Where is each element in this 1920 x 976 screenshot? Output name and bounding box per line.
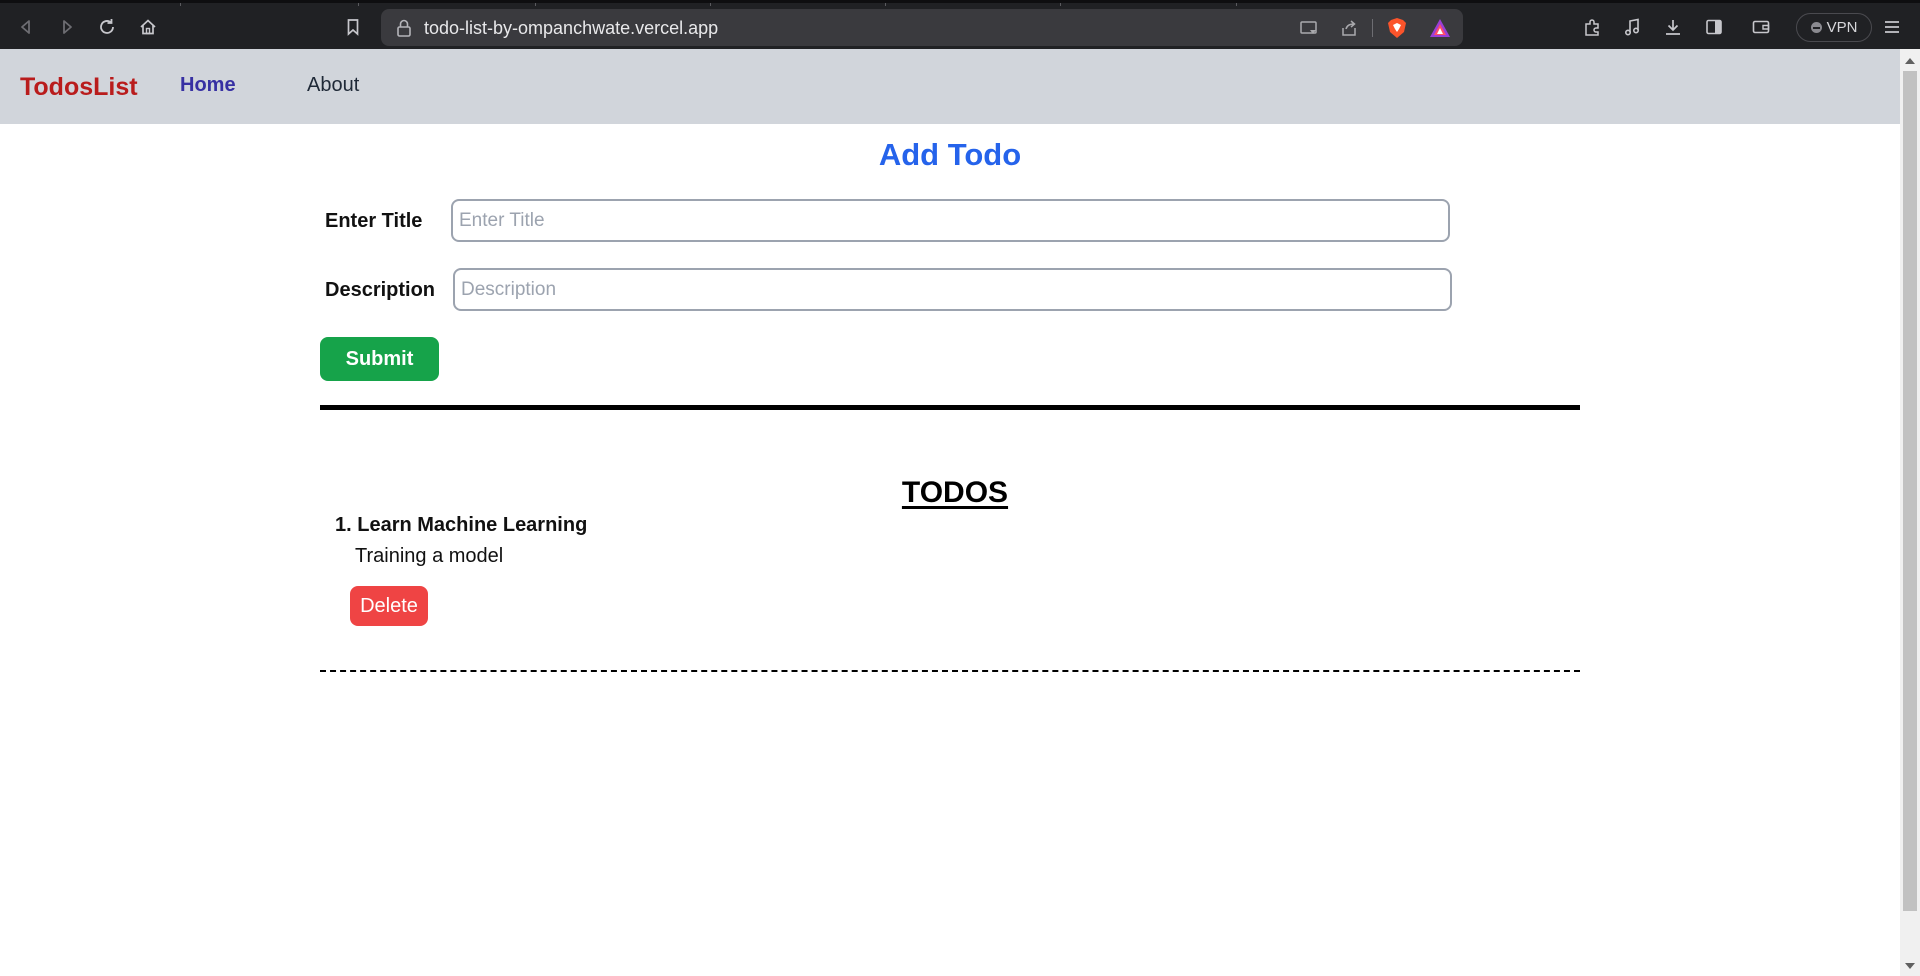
- home-icon[interactable]: [136, 15, 160, 39]
- title-label: Enter Title: [325, 210, 423, 232]
- address-bar[interactable]: todo-list-by-ompanchwate.vercel.app: [381, 9, 1463, 46]
- download-icon[interactable]: [1661, 15, 1685, 39]
- hamburger-menu-icon[interactable]: [1880, 15, 1904, 39]
- tab-divider: [180, 3, 181, 6]
- section-divider: [320, 405, 1580, 410]
- tab-divider: [1236, 3, 1237, 6]
- vpn-label: VPN: [1826, 19, 1858, 36]
- address-separator: [1372, 19, 1373, 37]
- scroll-up-arrow-icon[interactable]: [1905, 58, 1915, 64]
- page-scrollbar[interactable]: [1900, 49, 1920, 976]
- description-label: Description: [325, 279, 436, 301]
- tab-divider: [710, 3, 711, 6]
- title-input[interactable]: [451, 199, 1450, 242]
- nav-link-about[interactable]: About: [307, 74, 359, 97]
- forward-arrow-icon[interactable]: [55, 15, 79, 39]
- wallet-icon[interactable]: [1749, 15, 1773, 39]
- bookmark-icon[interactable]: [341, 15, 365, 39]
- tab-divider: [535, 3, 536, 6]
- todo-title-line: 1. Learn Machine Learning: [335, 514, 1535, 537]
- todos-heading: TODOS: [901, 476, 1009, 509]
- reload-icon[interactable]: [95, 15, 119, 39]
- vpn-button[interactable]: VPN: [1796, 13, 1872, 42]
- nav-link-home[interactable]: Home: [180, 74, 236, 97]
- address-url[interactable]: todo-list-by-ompanchwate.vercel.app: [424, 18, 718, 39]
- share-icon[interactable]: [1339, 18, 1359, 38]
- tab-divider: [885, 3, 886, 6]
- delete-button[interactable]: Delete: [350, 586, 428, 626]
- back-arrow-icon[interactable]: [14, 15, 38, 39]
- add-todo-heading: Add Todo: [878, 137, 1022, 172]
- todo-list: 1. Learn Machine Learning Training a mod…: [335, 514, 1535, 626]
- todo-item-divider: [320, 670, 1580, 672]
- music-note-icon[interactable]: [1620, 15, 1644, 39]
- app-navbar: TodosList Home About: [0, 49, 1900, 124]
- cast-icon[interactable]: [1299, 18, 1319, 38]
- tab-divider: [358, 3, 359, 6]
- brand-logo[interactable]: TodosList: [20, 73, 138, 102]
- scroll-down-arrow-icon[interactable]: [1905, 963, 1915, 969]
- tab-divider: [1060, 3, 1061, 6]
- extensions-icon[interactable]: [1580, 15, 1604, 39]
- submit-button[interactable]: Submit: [320, 337, 439, 381]
- vpn-status-icon: [1810, 22, 1822, 33]
- todo-title: Learn Machine Learning: [357, 514, 588, 536]
- browser-toolbar: todo-list-by-ompanchwate.vercel.app VPN: [0, 0, 1920, 49]
- brave-shields-icon[interactable]: [1387, 17, 1407, 39]
- brave-rewards-icon[interactable]: [1429, 18, 1451, 38]
- todo-item: 1. Learn Machine Learning Training a mod…: [335, 514, 1535, 626]
- lock-icon: [397, 19, 411, 37]
- todo-number: 1.: [335, 514, 352, 536]
- todo-description: Training a model: [355, 545, 504, 567]
- sidebar-icon[interactable]: [1702, 15, 1726, 39]
- description-input[interactable]: [453, 268, 1452, 311]
